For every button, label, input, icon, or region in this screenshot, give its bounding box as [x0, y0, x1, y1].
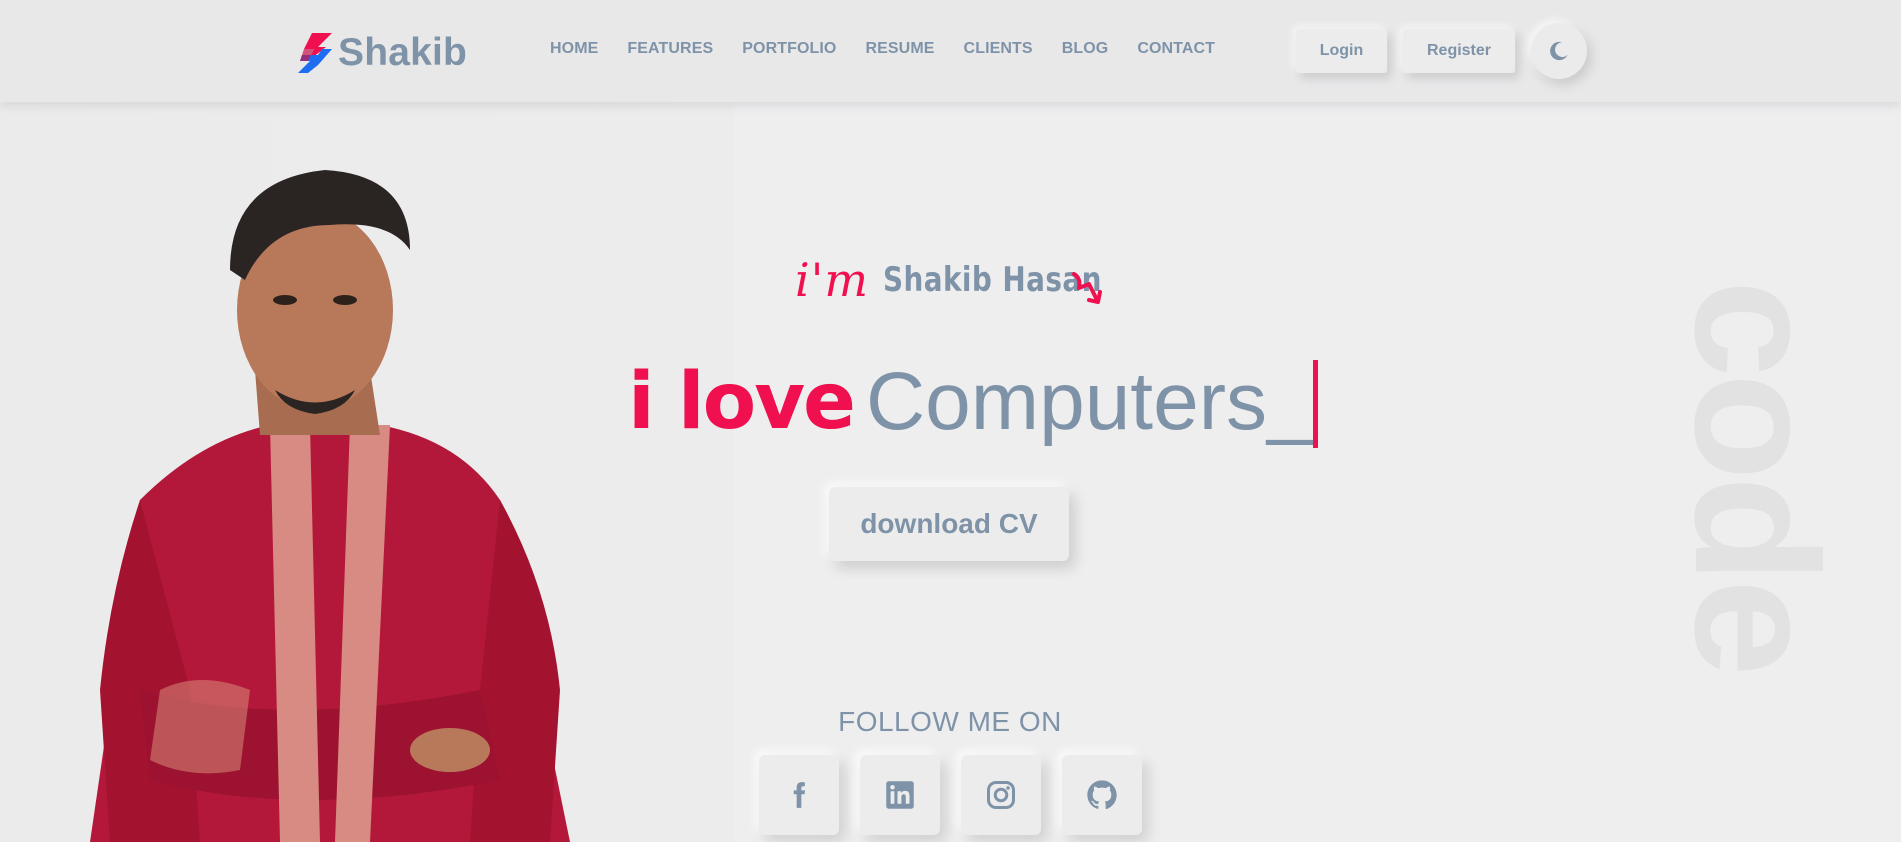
linkedin-link[interactable] — [860, 755, 940, 835]
code-watermark: code — [1666, 280, 1826, 672]
nav-item-features[interactable]: FEATURES — [627, 40, 713, 58]
facebook-icon — [793, 782, 806, 808]
typed-word: Computers — [865, 356, 1267, 447]
follow-title: FOLLOW ME ON — [838, 706, 1062, 737]
main-nav: HOME FEATURES PORTFOLIO RESUME CLIENTS B… — [550, 40, 1244, 58]
facebook-link[interactable] — [759, 755, 839, 835]
typing-headline: i love Computers _ — [628, 352, 1318, 452]
moon-icon — [1550, 41, 1568, 61]
brand-name: Shakib — [338, 31, 468, 74]
github-link[interactable] — [1062, 755, 1142, 835]
instagram-icon — [987, 781, 1015, 809]
profile-portrait — [90, 170, 570, 842]
linkedin-icon — [886, 781, 914, 809]
nav-item-home[interactable]: HOME — [550, 40, 598, 58]
nav-item-blog[interactable]: BLOG — [1062, 40, 1109, 58]
hero-name: Shakib Hasan — [882, 260, 1102, 300]
love-prefix: i love — [628, 357, 856, 447]
github-icon — [1087, 780, 1117, 810]
brand-logo[interactable]: Shakib — [298, 30, 467, 76]
nav-item-portfolio[interactable]: PORTFOLIO — [742, 40, 836, 58]
curved-arrow-down-icon — [1072, 272, 1102, 304]
site-header: Shakib HOME FEATURES PORTFOLIO RESUME CL… — [0, 0, 1901, 102]
nav-item-clients[interactable]: CLIENTS — [964, 40, 1033, 58]
greeting-script: i'm — [795, 253, 869, 307]
typed-suffix: _ — [1267, 356, 1313, 447]
typing-caret — [1312, 360, 1318, 448]
social-links — [759, 755, 1163, 835]
theme-toggle-button[interactable] — [1531, 23, 1587, 79]
nav-item-contact[interactable]: CONTACT — [1137, 40, 1215, 58]
download-cv-button[interactable]: download CV — [829, 487, 1069, 561]
logo-s-icon — [298, 33, 332, 73]
login-button[interactable]: Login — [1296, 29, 1387, 73]
register-button[interactable]: Register — [1403, 29, 1515, 73]
watermark-text: code — [1666, 280, 1826, 672]
nav-item-resume[interactable]: RESUME — [865, 40, 934, 58]
instagram-link[interactable] — [961, 755, 1041, 835]
